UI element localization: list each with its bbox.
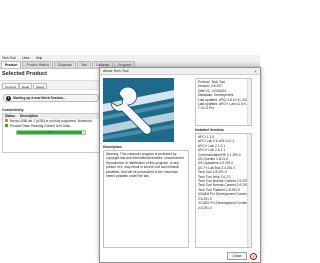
connectivity-heading: Connectivity — [2, 108, 24, 112]
row-description: Product Data: Reading Control Unit Data.… — [10, 124, 73, 128]
column-header-description: Description — [20, 114, 39, 118]
warning-icon: ! — [6, 95, 11, 101]
wrench-logo — [103, 78, 174, 142]
info-line: 7.0.0.5 Pro — [198, 106, 215, 111]
help-icon[interactable]: ? — [250, 253, 257, 260]
description-panel: Warning: This computer program is protec… — [103, 150, 189, 248]
scrollbar[interactable] — [247, 134, 251, 247]
warning-status-icon — [5, 119, 8, 122]
close-button[interactable]: Close — [227, 252, 247, 260]
tab-product[interactable]: Product — [1, 61, 22, 68]
read-progress-bar: 95% — [16, 130, 86, 135]
tab-product-history[interactable]: Product History — [22, 61, 54, 68]
progress-label: 95% — [47, 131, 54, 134]
dialog-titlebar: About Tech Tool — [100, 68, 260, 75]
description-text: Warning: This computer program is protec… — [106, 152, 184, 179]
connect-button[interactable]: Connect — [2, 83, 20, 89]
wrench-logo-icon — [103, 78, 174, 142]
select-button[interactable]: Select — [33, 83, 48, 89]
session-status-bar: ! Starting up a new Work Session... — [3, 94, 99, 102]
dialog-title: About Tech Tool — [103, 69, 129, 73]
about-dialog: About Tech Tool × Product: Tech Tool Ver… — [99, 67, 261, 263]
description-label: Description — [103, 145, 122, 149]
version-line: 2.6.291.0 — [198, 205, 212, 210]
product-info-panel: Product: Tech Tool Version: 2.8.247 Date… — [195, 78, 252, 126]
table-row[interactable]: Product Data: Reading Control Unit Data.… — [5, 124, 95, 129]
version-line: VCADS Pro Development Content — [198, 201, 249, 206]
read-button[interactable]: Read — [19, 83, 33, 89]
row-description: Nexiq USBLink 2 (USB) is not fully suppo… — [10, 119, 95, 123]
tab-test[interactable]: Test — [76, 61, 91, 68]
installed-versions-label: Installed Versions — [195, 128, 224, 132]
tab-diagnose[interactable]: Diagnose — [54, 61, 76, 68]
ok-status-icon — [5, 124, 8, 127]
status-text: Starting up a new Work Session... — [13, 95, 66, 100]
page-title: Selected Product — [2, 71, 47, 77]
installed-versions-panel: APCI 1.3.5 APCI Lab 2.6.109.10.0-1 APCI+… — [195, 133, 252, 248]
close-icon[interactable]: × — [253, 69, 258, 74]
scrollbar[interactable] — [247, 79, 251, 125]
column-header-status: Status — [5, 114, 16, 118]
